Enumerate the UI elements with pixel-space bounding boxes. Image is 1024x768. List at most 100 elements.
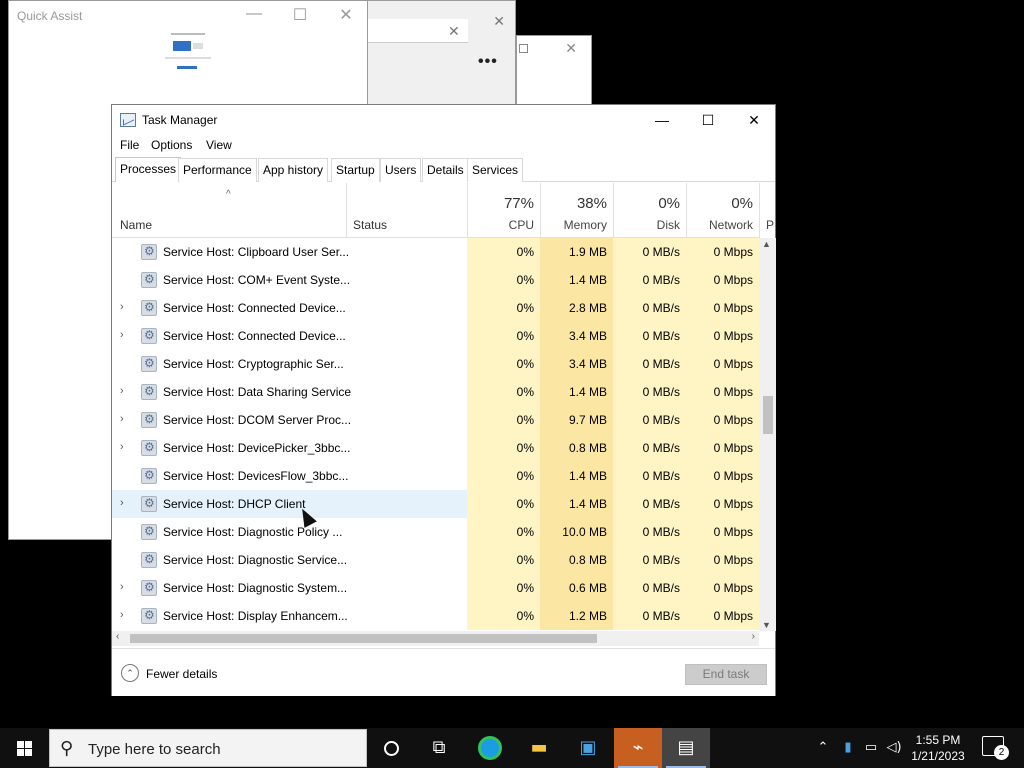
show-hidden-icons-chevron-icon[interactable]: ⌃: [812, 728, 834, 768]
network-value: 0 Mbps: [686, 406, 759, 434]
table-row[interactable]: › Service Host: Display Enhancem... 0%1.2 …: [112, 602, 759, 630]
vertical-scrollbar[interactable]: ▲ ▼: [759, 238, 776, 631]
chevron-right-icon[interactable]: ›: [120, 497, 124, 509]
memory-value: 3.4 MB: [540, 322, 613, 350]
maximize-icon[interactable]: [519, 44, 528, 53]
end-task-button[interactable]: End task: [685, 664, 767, 685]
horizontal-scrollbar[interactable]: ‹ ›: [112, 631, 759, 646]
table-row[interactable]: Service Host: COM+ Event Syste... 0%1.4 M…: [112, 266, 759, 294]
disk-value: 0 MB/s: [613, 238, 686, 266]
edge-icon: [478, 736, 502, 760]
chevron-up-icon[interactable]: ⌃: [121, 664, 139, 682]
table-row[interactable]: Service Host: Cryptographic Ser... 0%3.4 …: [112, 350, 759, 378]
tab-processes[interactable]: Processes: [115, 157, 182, 182]
column-name[interactable]: ^ Name: [120, 183, 346, 238]
column-power[interactable]: P: [759, 183, 777, 238]
tab-users[interactable]: Users: [380, 158, 422, 182]
close-icon[interactable]: ✕: [323, 5, 369, 25]
chevron-right-icon[interactable]: ›: [120, 329, 124, 341]
scroll-left-icon[interactable]: ‹: [116, 631, 119, 642]
defender-icon[interactable]: ▮: [838, 728, 858, 768]
cortana-icon: [384, 741, 399, 756]
quick-assist-button[interactable]: ⌁: [614, 728, 662, 768]
fewer-details-link[interactable]: Fewer details: [146, 667, 217, 681]
disk-value: 0 MB/s: [613, 518, 686, 546]
table-row[interactable]: › Service Host: DCOM Server Proc... 0%9.7 …: [112, 406, 759, 434]
chevron-right-icon[interactable]: ›: [120, 301, 124, 313]
volume-icon[interactable]: ◁): [884, 728, 904, 768]
tab-startup[interactable]: Startup: [331, 158, 380, 182]
tab-performance[interactable]: Performance: [178, 158, 257, 182]
more-options-icon[interactable]: •••: [478, 53, 498, 71]
cortana-button[interactable]: [367, 728, 415, 768]
menu-view[interactable]: View: [206, 138, 232, 152]
table-row[interactable]: › Service Host: Connected Device... 0%2.8 …: [112, 294, 759, 322]
cpu-value: 0%: [467, 266, 540, 294]
search-box[interactable]: ⚲ Type here to search: [49, 729, 367, 767]
scroll-up-icon[interactable]: ▲: [762, 239, 771, 249]
gear-icon: [141, 300, 157, 316]
table-row[interactable]: Service Host: Clipboard User Ser... 0%1.9…: [112, 238, 759, 266]
scrollbar-thumb[interactable]: [130, 634, 597, 643]
column-network[interactable]: 0% Network: [686, 183, 759, 238]
background-window-2[interactable]: ✕ ✕ •••: [368, 0, 516, 105]
scrollbar-thumb[interactable]: [763, 396, 773, 434]
cpu-value: 0%: [467, 462, 540, 490]
column-cpu[interactable]: 77% CPU: [467, 183, 540, 238]
table-row[interactable]: › Service Host: Data Sharing Service 0%1.4…: [112, 378, 759, 406]
sort-ascending-icon: ^: [226, 189, 231, 200]
start-button[interactable]: [0, 728, 48, 768]
process-name: Service Host: DHCP Client: [163, 497, 306, 511]
memory-value: 2.8 MB: [540, 294, 613, 322]
close-icon[interactable]: ✕: [565, 40, 577, 57]
tab-details[interactable]: Details: [422, 158, 469, 182]
maximize-button[interactable]: ☐: [685, 105, 731, 135]
scroll-right-icon[interactable]: ›: [752, 631, 755, 642]
process-name: Service Host: Data Sharing Service: [163, 385, 352, 399]
network-value: 0 Mbps: [686, 238, 759, 266]
task-view-button[interactable]: ⧉: [415, 728, 463, 768]
network-value: 0 Mbps: [686, 546, 759, 574]
tab-app-history[interactable]: App history: [258, 158, 329, 182]
menu-options[interactable]: Options: [151, 138, 192, 152]
network-value: 0 Mbps: [686, 378, 759, 406]
close-button[interactable]: ✕: [731, 105, 777, 135]
network-icon[interactable]: ▭: [861, 728, 881, 768]
tab-services[interactable]: Services: [467, 158, 524, 182]
taskbar: ⚲ Type here to search ⧉ ▬ ▣ ⌁ ▤ ⌃ ▮ ▭ ◁)…: [0, 728, 1024, 768]
table-row[interactable]: Service Host: Diagnostic Service... 0%0.8…: [112, 546, 759, 574]
clock[interactable]: 1:55 PM 1/21/2023: [908, 732, 968, 764]
chevron-right-icon[interactable]: ›: [120, 441, 124, 453]
table-row[interactable]: › Service Host: Diagnostic System... 0%0.6…: [112, 574, 759, 602]
minimize-button[interactable]: —: [639, 105, 685, 135]
close-icon[interactable]: ✕: [493, 13, 505, 30]
task-manager-button[interactable]: ▤: [662, 728, 710, 768]
background-window-3[interactable]: ✕: [516, 35, 592, 105]
menu-file[interactable]: File: [120, 138, 139, 152]
scroll-down-icon[interactable]: ▼: [762, 620, 771, 630]
maximize-icon[interactable]: ☐: [277, 5, 323, 25]
close-icon[interactable]: ✕: [448, 23, 460, 40]
chevron-right-icon[interactable]: ›: [120, 581, 124, 593]
folder-icon: ▬: [530, 737, 548, 758]
table-row[interactable]: Service Host: DevicesFlow_3bbc... 0%1.4 M…: [112, 462, 759, 490]
file-explorer-button[interactable]: ▬: [515, 728, 563, 768]
table-row[interactable]: › Service Host: DHCP Client 0%1.4 MB0 MB/s…: [112, 490, 759, 518]
table-row[interactable]: › Service Host: Connected Device... 0%3.4 …: [112, 322, 759, 350]
task-manager-window[interactable]: Task Manager — ☐ ✕ File Options View Pro…: [111, 104, 776, 696]
remote-desktop-button[interactable]: ▣: [564, 728, 612, 768]
process-list: Service Host: Clipboard User Ser...0%1.9…: [112, 238, 759, 631]
edge-button[interactable]: [466, 728, 514, 768]
column-status[interactable]: Status: [346, 183, 466, 238]
title-bar[interactable]: Task Manager — ☐ ✕: [112, 105, 775, 135]
chevron-right-icon[interactable]: ›: [120, 609, 124, 621]
gear-icon: [141, 328, 157, 344]
table-row[interactable]: › Service Host: DevicePicker_3bbc... 0%0.8…: [112, 434, 759, 462]
table-row[interactable]: Service Host: Diagnostic Policy ... 0%10.…: [112, 518, 759, 546]
column-memory[interactable]: 38% Memory: [540, 183, 613, 238]
minimize-icon[interactable]: —: [231, 5, 277, 23]
column-disk[interactable]: 0% Disk: [613, 183, 686, 238]
task-manager-icon: [120, 113, 136, 127]
chevron-right-icon[interactable]: ›: [120, 413, 124, 425]
chevron-right-icon[interactable]: ›: [120, 385, 124, 397]
